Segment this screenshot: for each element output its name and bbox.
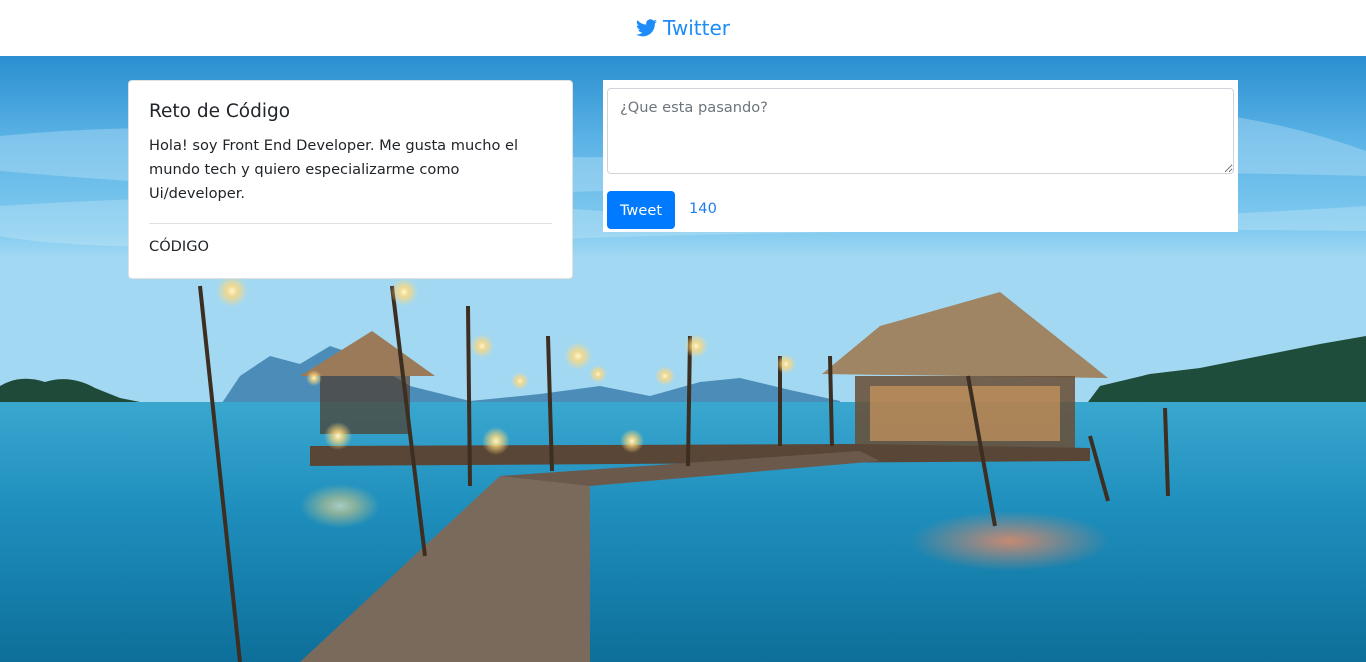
profile-title: Reto de Código <box>149 101 291 122</box>
brand-label: Twitter <box>662 16 731 40</box>
tweet-button[interactable]: Tweet <box>607 191 675 229</box>
navbar: Twitter <box>0 0 1366 56</box>
twitter-bird-icon <box>635 19 657 37</box>
compose-actions: Tweet 140 <box>607 191 1234 229</box>
tweet-compose-box: Tweet 140 <box>603 80 1238 232</box>
brand-link[interactable]: Twitter <box>635 16 731 40</box>
hero-background: Reto de Código Hola! soy Front End Devel… <box>0 56 1366 662</box>
tweet-input[interactable] <box>607 88 1234 174</box>
profile-divider <box>149 223 552 224</box>
profile-description: Hola! soy Front End Developer. Me gusta … <box>149 137 519 202</box>
profile-footer-label: CÓDIGO <box>149 238 210 255</box>
char-counter: 140 <box>689 199 717 217</box>
profile-card: Reto de Código Hola! soy Front End Devel… <box>128 80 573 279</box>
